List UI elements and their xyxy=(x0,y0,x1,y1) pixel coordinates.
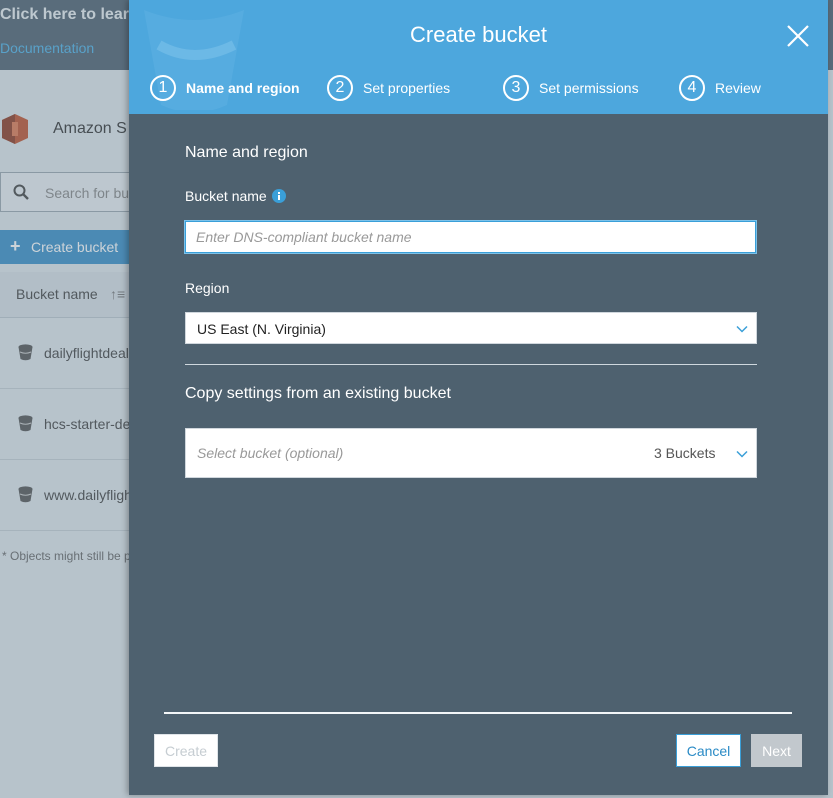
modal-header: Create bucket 1 Name and region 2 Set pr… xyxy=(129,0,828,114)
footer-divider xyxy=(164,712,792,714)
section-divider xyxy=(185,364,757,365)
step-number: 1 xyxy=(150,75,176,101)
step-label: Name and region xyxy=(186,80,300,96)
create-bucket-modal: Create bucket 1 Name and region 2 Set pr… xyxy=(129,0,828,795)
bucket-name-input[interactable] xyxy=(184,220,757,254)
bucket-name-label: Bucket name xyxy=(185,188,267,204)
chevron-down-icon xyxy=(736,450,748,458)
copy-bucket-placeholder: Select bucket (optional) xyxy=(197,445,344,461)
step-number: 2 xyxy=(327,75,353,101)
step-label: Review xyxy=(715,80,761,96)
step-label: Set properties xyxy=(363,80,451,96)
region-value: US East (N. Virginia) xyxy=(197,321,326,337)
step-number: 4 xyxy=(679,75,705,101)
create-button[interactable]: Create xyxy=(154,734,218,767)
cancel-button[interactable]: Cancel xyxy=(676,734,741,767)
region-label: Region xyxy=(185,280,230,296)
next-button[interactable]: Next xyxy=(751,734,802,767)
bucket-count: 3 Buckets xyxy=(654,445,716,461)
copy-settings-title: Copy settings from an existing bucket xyxy=(185,385,451,402)
copy-bucket-select[interactable]: Select bucket (optional) 3 Buckets xyxy=(185,428,757,478)
info-icon[interactable] xyxy=(272,189,286,203)
close-icon[interactable] xyxy=(784,22,812,50)
chevron-down-icon xyxy=(736,325,748,333)
modal-title: Create bucket xyxy=(410,22,547,47)
section-title: Name and region xyxy=(185,144,308,161)
region-select[interactable]: US East (N. Virginia) xyxy=(185,312,757,344)
step-number: 3 xyxy=(503,75,529,101)
step-label: Set permissions xyxy=(539,80,639,96)
